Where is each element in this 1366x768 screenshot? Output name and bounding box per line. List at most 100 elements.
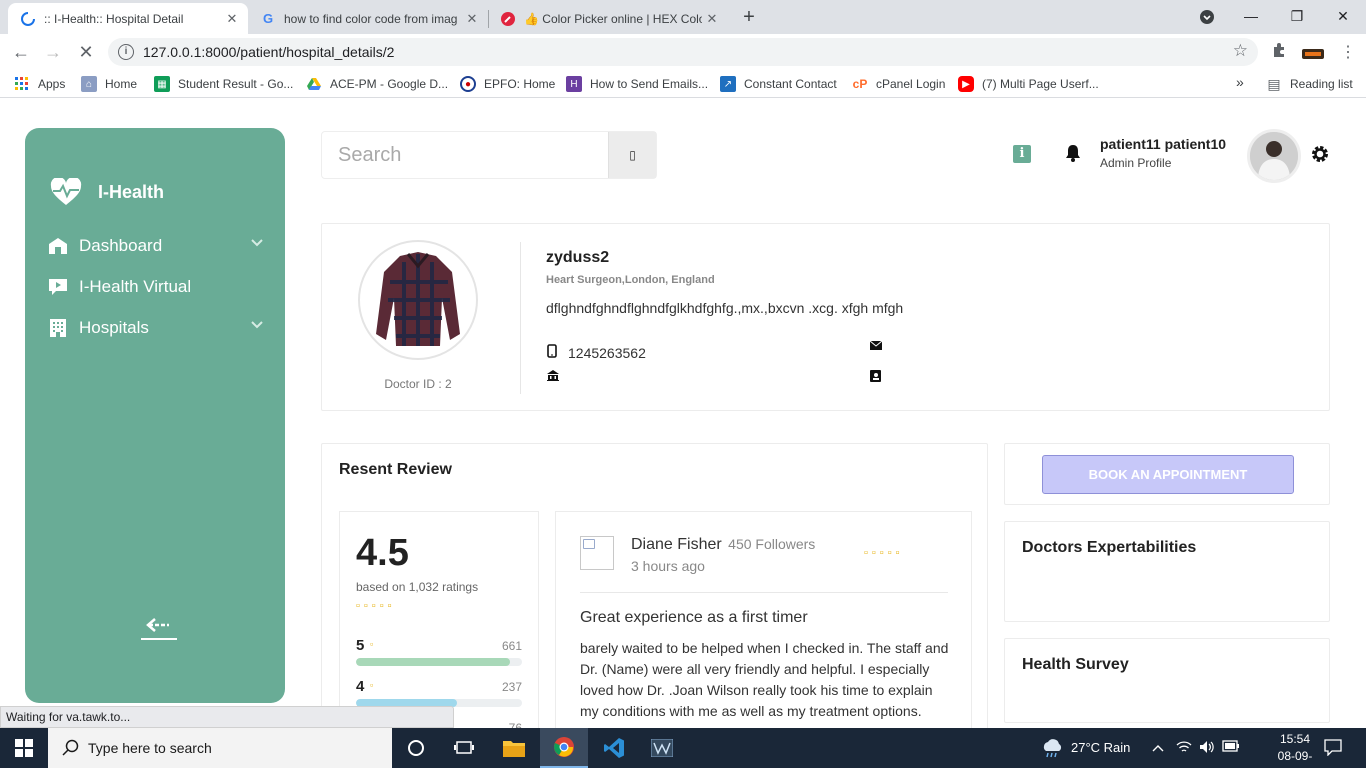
bookmark-send-emails[interactable]: H How to Send Emails... [566,76,708,92]
brand[interactable]: I-Health [50,178,164,206]
new-tab-button[interactable]: + [738,6,760,28]
battery-icon[interactable] [1222,740,1240,755]
minimize-icon[interactable]: — [1228,0,1274,34]
doctor-description: dflghndfghndflghndfglkhdfghfg.,mx.,bxcvn… [546,300,904,316]
bookmark-label: How to Send Emails... [590,77,709,91]
tab-google-search[interactable]: G how to find color code from imag ✕ [248,3,488,34]
sidebar-item-hospitals[interactable]: Hospitals [48,313,263,343]
divider [520,242,521,394]
bookmark-label: Home [105,77,138,91]
home-icon [48,236,68,256]
chrome-taskbar-icon[interactable] [540,728,588,768]
restore-icon[interactable]: ❐ [1274,0,1320,34]
clock-time: 15:54 [1279,732,1311,746]
reviewer-name[interactable]: Diane Fisher [631,536,722,553]
contact-book-icon [870,370,881,385]
address-bar[interactable]: i 127.0.0.1:8000/patient/hospital_detail… [108,38,1258,66]
tray-chevron-up-icon[interactable] [1152,740,1164,755]
taskbar-search-placeholder: Type here to search [88,740,212,756]
close-window-icon[interactable]: ✕ [1320,0,1366,34]
reviewer-followers: 450 Followers [728,536,816,552]
file-explorer-icon[interactable] [490,728,538,768]
back-icon[interactable]: ← [9,40,33,64]
bookmark-epfo[interactable]: ● EPFO: Home [460,76,555,92]
gear-icon[interactable] [1310,144,1330,169]
cpanel-icon: cP [852,77,868,91]
avatar[interactable] [1247,129,1301,183]
google-drive-icon [306,76,322,92]
bookmark-label: ACE-PM - Google D... [330,77,449,91]
constant-contact-icon: ↗ [720,76,736,92]
sidebar-item-dashboard[interactable]: Dashboard [48,231,263,261]
profile-name[interactable]: patient11 patient10 [1100,136,1226,152]
rating-bar-5: 5 ▫ 661 [356,637,522,669]
doctor-id: Doctor ID : 2 [384,377,452,391]
sidebar-item-virtual[interactable]: I-Health Virtual [48,272,263,302]
bell-icon[interactable] [1063,143,1083,168]
review-star-icons: ▫▫▫▫▫ [864,547,904,559]
browser-menu-icon[interactable]: ⋮ [1340,42,1356,62]
stop-loading-icon[interactable]: ✕ [74,40,98,64]
bookmark-ace-pm[interactable]: ACE-PM - Google D... [306,76,448,92]
profile-role: Admin Profile [1100,156,1172,170]
divider [580,592,948,593]
notification-icon[interactable] [1324,738,1342,759]
taskbar-clock[interactable]: 15:54 08-09-2021 [1270,731,1320,768]
doctor-card: Doctor ID : 2 zyduss2 Heart Surgeon,Lond… [321,223,1330,411]
info-icon[interactable]: i [1013,145,1031,163]
review-title: Great experience as a first timer [580,609,808,626]
bookmarks-overflow-icon[interactable]: » [1236,74,1244,90]
forward-icon[interactable]: → [41,40,65,64]
doctor-phone: 1245263562 [568,345,646,361]
weather-icon[interactable] [1040,738,1064,761]
tab-hospital-detail[interactable]: :: I-Health:: Hospital Detail ✕ [8,3,248,34]
bookmark-label: EPFO: Home [484,77,556,91]
search-input[interactable] [322,132,609,178]
bookmark-star-icon[interactable]: ☆ [1233,41,1248,61]
extensions-icon[interactable] [1271,42,1287,63]
reading-list-icon: ▤ [1267,75,1281,92]
vscode-icon[interactable] [590,728,638,768]
close-icon[interactable]: ✕ [222,11,242,27]
bookmark-student-result[interactable]: ▦ Student Result - Go... [154,76,293,92]
appointment-card: BOOK AN APPOINTMENT [1004,443,1330,505]
bookmark-label: cPanel Login [876,77,946,91]
book-appointment-button[interactable]: BOOK AN APPOINTMENT [1042,455,1294,494]
tab-search-icon[interactable] [1184,0,1230,34]
chevron-down-icon [251,239,263,247]
close-icon[interactable]: ✕ [702,11,722,27]
task-view-icon[interactable] [440,728,488,768]
browser-tabstrip: :: I-Health:: Hospital Detail ✕ G how to… [0,0,1366,34]
sidebar-item-label: I-Health Virtual [79,277,192,296]
review-card: Resent Review 4.5 based on 1,032 ratings… [321,443,988,728]
search-bar: ▯ [321,131,657,179]
wifi-icon[interactable] [1176,740,1192,757]
search-button[interactable]: ▯ [608,132,656,178]
reading-list[interactable]: ▤ Reading list [1266,75,1352,92]
star-icon: ▫ [370,639,374,649]
sidebar-item-label: Dashboard [79,236,163,255]
sidebar-collapse-button[interactable] [141,615,177,643]
bookmark-multi-page[interactable]: ▶ (7) Multi Page Userf... [958,76,1099,92]
cortana-icon[interactable] [392,728,440,768]
volume-icon[interactable] [1199,740,1215,757]
bookmark-constant-contact[interactable]: ↗ Constant Contact [720,76,837,92]
bookmark-apps[interactable]: Apps [14,76,65,92]
reviewer-name-line: Diane Fisher 450 Followers [631,536,815,554]
search-icon [62,739,79,756]
rating-level-count: 661 [501,639,522,653]
phone-icon [547,344,557,363]
weather-text[interactable]: 27°C Rain [1071,740,1130,755]
windows-start-button[interactable] [0,728,48,768]
tab-color-picker[interactable]: 👍 Color Picker online | HEX Colo ✕ [488,3,728,34]
bookmark-cpanel[interactable]: cP cPanel Login [852,76,946,92]
close-icon[interactable]: ✕ [462,11,482,27]
site-info-icon[interactable]: i [118,44,134,60]
star-rating-icons: ▫▫▫▫▫ [356,600,396,612]
app-window-icon[interactable] [638,728,686,768]
tab-title: :: I-Health:: Hospital Detail [44,11,184,26]
extension-badge-icon[interactable] [1302,46,1324,64]
bookmark-home[interactable]: ⌂ Home [81,76,137,92]
taskbar-search-box[interactable]: Type here to search [48,728,392,768]
google-icon: G [262,11,274,26]
